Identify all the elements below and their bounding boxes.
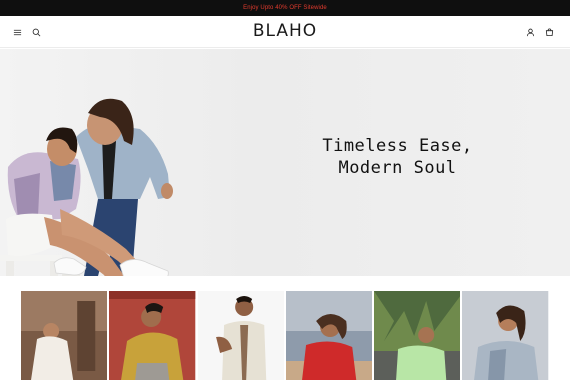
account-icon[interactable] <box>523 25 537 39</box>
thumbnail-image[interactable] <box>462 291 549 380</box>
thumbnail-image[interactable] <box>285 291 373 380</box>
hero-title-line-1: Timeless Ease, <box>322 136 473 156</box>
cart-icon[interactable] <box>542 25 556 39</box>
thumbnail-image[interactable] <box>21 291 108 380</box>
brand-logo[interactable]: BLAHO <box>0 21 570 41</box>
collection-thumbnails <box>21 291 549 380</box>
hero-image <box>0 98 173 276</box>
thumbnail-image[interactable] <box>197 291 284 380</box>
announcement-bar: Enjoy Upto 40% OFF Sitewide <box>0 0 570 16</box>
hero-banner[interactable]: Timeless Ease, Modern Soul <box>0 49 570 276</box>
thumbnail-image[interactable] <box>374 291 461 380</box>
hero-title-line-2: Modern Soul <box>338 158 457 178</box>
site-header: BLAHO <box>0 16 570 48</box>
announcement-text: Enjoy Upto 40% OFF Sitewide <box>243 5 327 11</box>
hero-title: Timeless Ease, Modern Soul <box>300 135 495 179</box>
thumbnail-image[interactable] <box>109 291 196 380</box>
